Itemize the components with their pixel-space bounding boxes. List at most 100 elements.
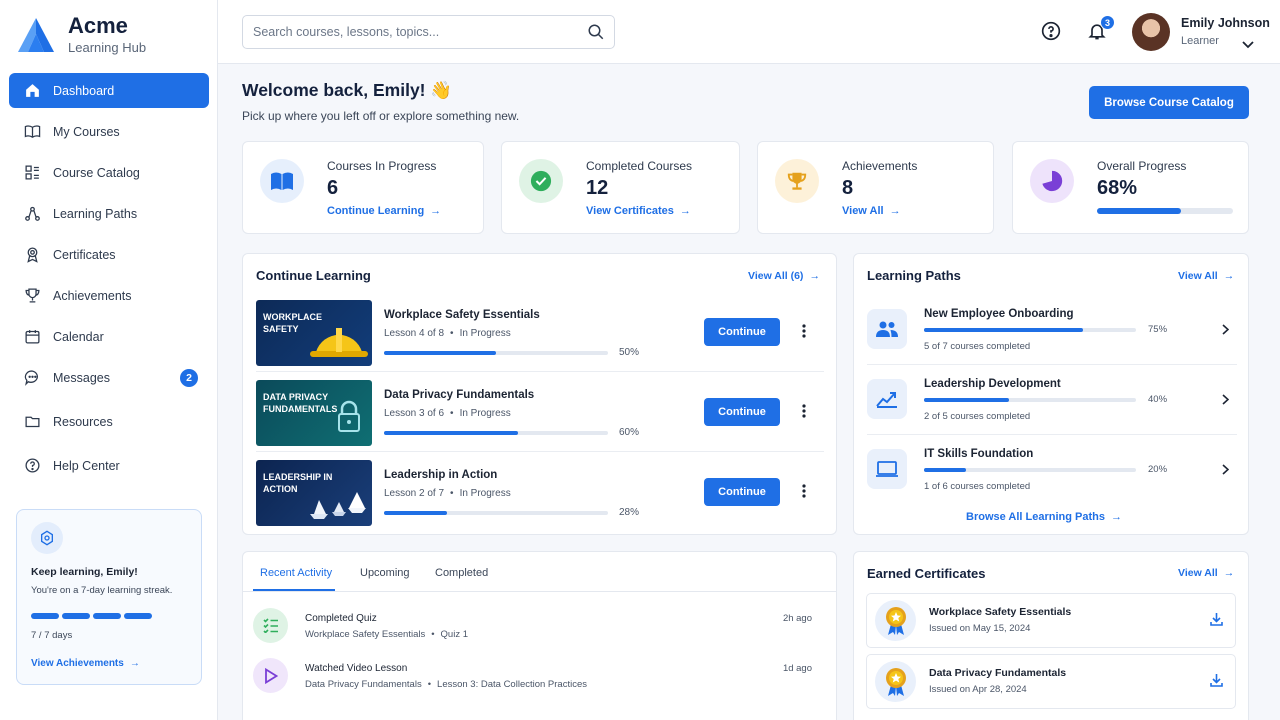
user-name[interactable]: Emily Johnson [1181,16,1270,30]
browse-all-paths-link[interactable]: Browse All Learning Paths → [966,511,1122,523]
course-thumbnail: DATA PRIVACY FUNDAMENTALS [256,380,372,446]
course-meta: Lesson 2 of 7 • In Progress [384,488,511,499]
sidebar-item-messages[interactable]: Messages 2 [9,360,209,395]
view-all-achievements-link[interactable]: View All → [842,205,901,217]
sidebar-item-course-catalog[interactable]: Course Catalog [9,155,209,190]
avatar[interactable] [1132,13,1170,51]
course-progress-bar [384,511,608,515]
more-options-icon[interactable] [802,404,806,423]
path-name: Leadership Development [924,378,1061,390]
continue-button[interactable]: Continue [704,478,780,506]
play-icon [253,658,288,693]
course-row[interactable]: LEADERSHIP IN ACTION Leadership in Actio… [256,460,824,540]
tab-completed[interactable]: Completed [435,567,488,579]
chevron-right-icon[interactable] [1222,392,1230,410]
certificates-card: Earned Certificates View All → Workplace … [853,551,1249,720]
search-input[interactable] [243,16,573,48]
topbar: 3 Emily Johnson Learner [218,0,1280,64]
sidebar-item-dashboard[interactable]: Dashboard [9,73,209,108]
notification-count-badge: 3 [1100,15,1115,30]
activity-card: Recent Activity Upcoming Completed Compl… [242,551,837,720]
tab-recent-activity[interactable]: Recent Activity [260,567,332,579]
continue-button[interactable]: Continue [704,398,780,426]
stat-card-in-progress: Courses In Progress 6 Continue Learning → [242,141,484,234]
help-icon [23,457,41,475]
activity-detail: Data Privacy Fundamentals • Lesson 3: Data… [305,679,587,690]
certificate-date: Issued on May 15, 2024 [929,623,1031,634]
divider [256,451,824,452]
learning-path-row[interactable]: Leadership Development 40% 2 of 5 course… [867,378,1237,448]
view-all-certificates-link[interactable]: View All → [1178,567,1234,579]
chevron-right-icon[interactable] [1222,322,1230,340]
certificate-item[interactable]: Data Privacy Fundamentals Issued on Apr … [866,654,1236,709]
path-percent: 40% [1148,394,1168,405]
sidebar-item-resources[interactable]: Resources [9,404,209,439]
more-options-icon[interactable] [802,324,806,343]
tab-upcoming[interactable]: Upcoming [360,567,410,579]
card-title: Continue Learning [256,268,371,283]
download-icon[interactable] [1210,612,1223,631]
trophy-icon [775,159,819,203]
download-icon[interactable] [1210,673,1223,692]
learning-streak-card: Keep learning, Emily! You're on a 7-day … [16,509,202,685]
course-percent: 60% [619,427,640,438]
activity-item[interactable]: Completed Quiz Workplace Safety Essentia… [253,608,823,648]
continue-learning-card: Continue Learning View All (6) → WORKPLAC… [242,253,837,535]
view-all-courses-link[interactable]: View All (6) → [748,270,820,282]
messages-count-badge: 2 [180,369,198,387]
sidebar-item-achievements[interactable]: Achievements [9,278,209,313]
certificate-item[interactable]: Workplace Safety Essentials Issued on Ma… [866,593,1236,648]
brand[interactable]: Acme Learning Hub [18,14,146,55]
sidebar-item-label: Learning Paths [53,206,138,221]
course-name: Data Privacy Fundamentals [384,389,535,401]
activity-item[interactable]: Watched Video Lesson Data Privacy Fundam… [253,658,823,698]
path-progress-fill [924,398,1009,402]
padlock-icon [338,400,360,432]
stat-value: 68% [1097,177,1138,199]
browse-catalog-button[interactable]: Browse Course Catalog [1089,86,1249,119]
continue-learning-link[interactable]: Continue Learning → [327,205,441,217]
stat-card-completed: Completed Courses 12 View Certificates → [501,141,740,234]
course-name: Leadership in Action [384,469,498,481]
learning-path-row[interactable]: New Employee Onboarding 75% 5 of 7 cours… [867,308,1237,378]
course-progress-fill [384,431,519,435]
more-options-icon[interactable] [802,484,806,503]
stat-label: Overall Progress [1097,159,1187,173]
thumbnail-caption: DATA PRIVACY FUNDAMENTALS [263,392,338,414]
chat-icon [23,369,41,387]
course-percent: 50% [619,347,640,358]
activity-title: Completed Quiz [305,613,377,624]
sidebar-item-learning-paths[interactable]: Learning Paths [9,196,209,231]
laptop-icon [867,449,907,489]
course-name: Workplace Safety Essentials [384,309,540,321]
streak-days: 7 / 7 days [31,630,73,641]
view-certificates-link[interactable]: View Certificates → [586,205,691,217]
sidebar-item-certificates[interactable]: Certificates [9,237,209,272]
chart-up-icon [867,379,907,419]
path-progress-fill [924,328,1083,332]
sidebar: Acme Learning Hub Dashboard My Courses C… [0,0,218,720]
search-icon[interactable] [587,23,605,46]
certificate-name: Workplace Safety Essentials [929,606,1072,618]
sidebar-item-help-center[interactable]: Help Center [9,448,209,483]
path-name: New Employee Onboarding [924,308,1074,320]
learning-path-row[interactable]: IT Skills Foundation 20% 1 of 6 courses … [867,448,1237,518]
activity-detail: Workplace Safety Essentials • Quiz 1 [305,629,469,640]
path-percent: 20% [1148,464,1168,475]
book-icon [23,123,41,141]
course-row[interactable]: WORKPLACE SAFETY Workplace Safety Essent… [256,300,824,380]
streak-progress [31,613,152,619]
notifications-button[interactable]: 3 [1087,15,1115,47]
view-achievements-link[interactable]: View Achievements → [31,658,140,669]
sidebar-item-my-courses[interactable]: My Courses [9,114,209,149]
award-ribbon-icon [875,600,916,641]
chevron-right-icon[interactable] [1222,462,1230,480]
help-button[interactable] [1041,21,1061,46]
course-row[interactable]: DATA PRIVACY FUNDAMENTALS Data Privacy F… [256,380,824,460]
stat-card-overall-progress: Overall Progress 68% [1012,141,1249,234]
chevron-down-icon[interactable] [1242,36,1254,54]
view-all-paths-link[interactable]: View All → [1178,270,1234,282]
sidebar-item-calendar[interactable]: Calendar [9,319,209,354]
checklist-icon [253,608,288,643]
continue-button[interactable]: Continue [704,318,780,346]
